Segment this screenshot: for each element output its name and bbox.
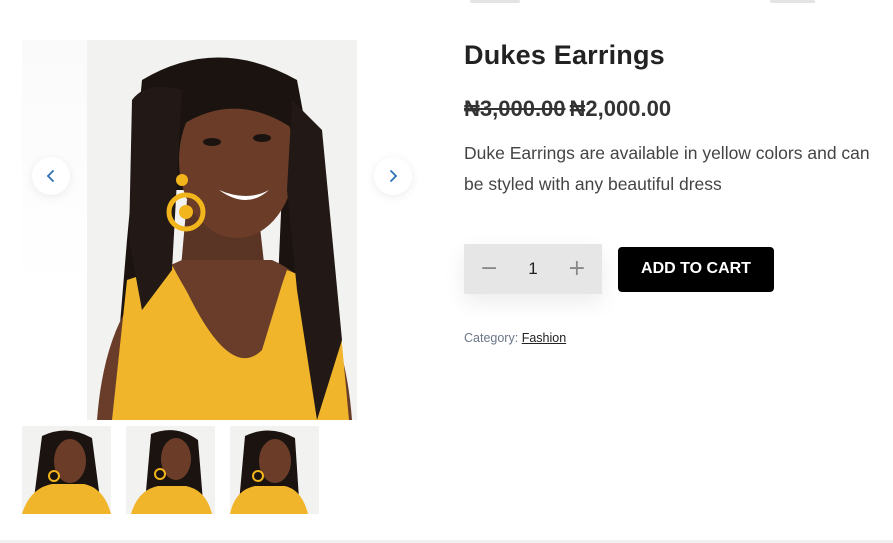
model-photo — [87, 40, 357, 420]
top-decoration-left — [470, 0, 520, 3]
add-to-cart-row: − 1 + ADD TO CART — [464, 244, 774, 294]
product-description: Duke Earrings are available in yellow co… — [464, 143, 870, 194]
gallery-prev-button[interactable] — [32, 157, 70, 195]
category-link[interactable]: Fashion — [522, 331, 566, 345]
minus-icon[interactable]: − — [480, 258, 498, 280]
thumbnail-2[interactable] — [126, 426, 215, 514]
chevron-right-icon — [390, 170, 398, 182]
top-decoration-right — [770, 0, 815, 3]
quantity-stepper: − 1 + — [464, 244, 602, 294]
product-meta: Category: Fashion — [464, 331, 566, 345]
product-gallery — [22, 40, 424, 420]
price-new: ₦2,000.00 — [569, 96, 672, 121]
product-title: Dukes Earrings — [464, 40, 665, 70]
plus-icon[interactable]: + — [568, 258, 586, 280]
price-old: ₦3,000.00 — [464, 96, 566, 121]
product-price: ₦3,000.00 ₦2,000.00 — [464, 96, 874, 122]
thumbnail-3[interactable] — [230, 426, 319, 514]
product-summary: Dukes Earrings ₦3,000.00 ₦2,000.00 Duke E… — [464, 40, 874, 345]
chevron-left-icon — [46, 170, 54, 182]
quantity-input[interactable]: 1 — [528, 259, 537, 279]
product-main-image — [87, 40, 357, 420]
thumbnail-strip — [22, 426, 319, 514]
category-label: Category: — [464, 331, 519, 345]
gallery-next-button[interactable] — [374, 157, 412, 195]
add-to-cart-button[interactable]: ADD TO CART — [618, 246, 774, 292]
thumbnail-1[interactable] — [22, 426, 111, 514]
